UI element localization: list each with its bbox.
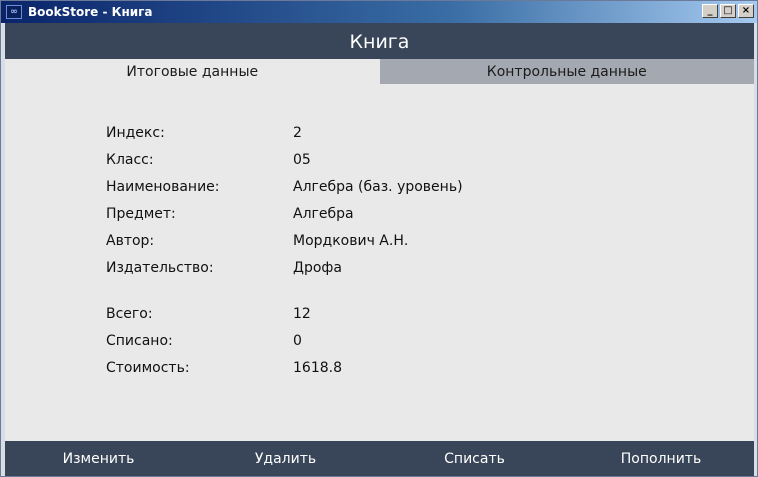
field-label: Издательство: xyxy=(106,260,214,276)
write-off-button[interactable]: Списать xyxy=(381,441,568,476)
page-title: Книга xyxy=(5,23,754,59)
field-value: Алгебра (баз. уровень) xyxy=(293,179,463,195)
field-label: Списано: xyxy=(106,333,173,349)
title-bar[interactable]: ∞ BookStore - Книга _ □ × xyxy=(1,1,757,23)
field-value: Алгебра xyxy=(293,206,354,222)
close-button[interactable]: × xyxy=(738,4,754,18)
field-label: Предмет: xyxy=(106,206,176,222)
field-label: Всего: xyxy=(106,306,153,322)
replenish-button[interactable]: Пополнить xyxy=(568,441,754,476)
tab-summary[interactable]: Итоговые данные xyxy=(5,59,380,84)
delete-button[interactable]: Удалить xyxy=(192,441,379,476)
tab-bar: Итоговые данные Контрольные данные xyxy=(5,59,754,84)
app-window: ∞ BookStore - Книга _ □ × Книга Итоговые… xyxy=(0,0,758,477)
window-border-right xyxy=(754,23,757,476)
details-panel: Индекс: 2 Класс: 05 Наименование: Алгебр… xyxy=(5,84,754,441)
field-value: Дрофа xyxy=(293,260,342,276)
field-value: 0 xyxy=(293,333,302,349)
field-label: Автор: xyxy=(106,233,155,249)
window-controls: _ □ × xyxy=(702,4,754,18)
maximize-button[interactable]: □ xyxy=(720,4,736,18)
field-value: 05 xyxy=(293,152,311,168)
field-label: Наименование: xyxy=(106,179,220,195)
field-label: Индекс: xyxy=(106,125,165,141)
field-value: 12 xyxy=(293,306,311,322)
field-value: 2 xyxy=(293,125,302,141)
minimize-button[interactable]: _ xyxy=(702,4,718,18)
edit-button[interactable]: Изменить xyxy=(5,441,192,476)
field-value: Мордкович А.Н. xyxy=(293,233,409,249)
field-value: 1618.8 xyxy=(293,360,342,376)
window-title: BookStore - Книга xyxy=(28,5,153,19)
action-bar: Изменить Удалить Списать Пополнить xyxy=(5,441,754,476)
field-label: Класс: xyxy=(106,152,154,168)
app-logo-icon: ∞ xyxy=(6,5,22,19)
tab-control-data[interactable]: Контрольные данные xyxy=(379,59,754,84)
field-label: Стоимость: xyxy=(106,360,190,376)
